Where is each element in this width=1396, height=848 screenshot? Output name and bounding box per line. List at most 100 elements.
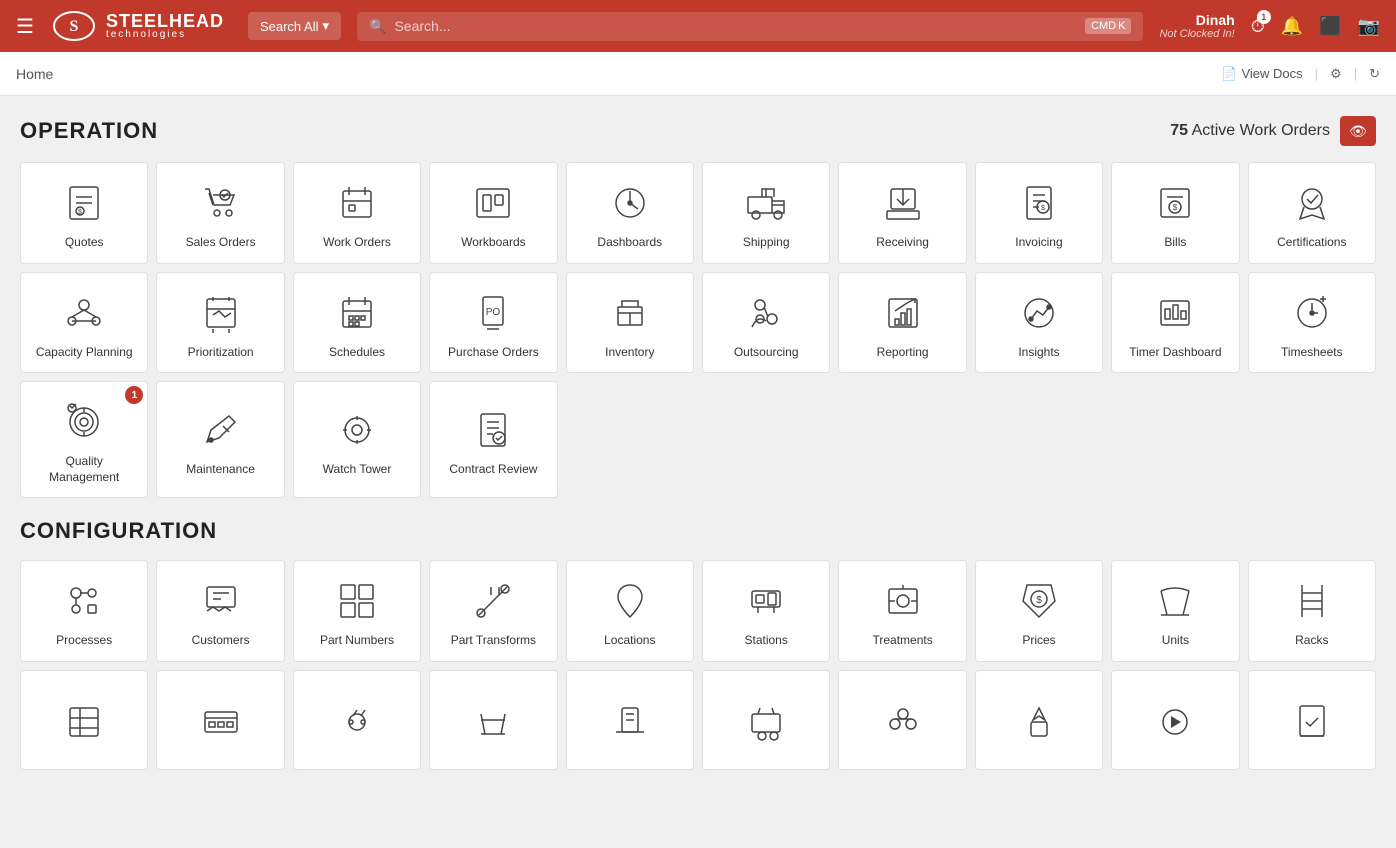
part-numbers-icon: [333, 577, 381, 625]
card-contract-review[interactable]: Contract Review: [429, 381, 557, 498]
prices-label: Prices: [1022, 633, 1055, 649]
capacity-planning-label: Capacity Planning: [36, 345, 133, 361]
card-processes[interactable]: Processes: [20, 560, 148, 662]
eye-button[interactable]: 👁: [1340, 116, 1376, 146]
card-reporting[interactable]: Reporting: [838, 272, 966, 374]
bills-label: Bills: [1164, 235, 1186, 251]
card-certifications[interactable]: Certifications: [1248, 162, 1376, 264]
purchase-orders-label: Purchase Orders: [448, 345, 539, 361]
operation-title: OPERATION: [20, 118, 158, 144]
card-purchase-orders[interactable]: PO Purchase Orders: [429, 272, 557, 374]
certifications-icon: [1288, 179, 1336, 227]
card-row11-6[interactable]: [702, 670, 830, 770]
maintenance-label: Maintenance: [186, 462, 255, 478]
menu-icon[interactable]: ☰: [16, 14, 34, 39]
certifications-label: Certifications: [1277, 235, 1346, 251]
shipping-icon: [742, 179, 790, 227]
header-right: Dinah Not Clocked In! ⏱ 1 🔔 ⬛ 📷: [1159, 12, 1380, 40]
card-row11-4[interactable]: [429, 670, 557, 770]
logo-text: STEELHEAD technologies: [106, 12, 224, 40]
card-row11-9[interactable]: [1111, 670, 1239, 770]
treatments-label: Treatments: [872, 633, 932, 649]
card-dashboards[interactable]: Dashboards: [566, 162, 694, 264]
customers-icon: [197, 577, 245, 625]
camera-icon[interactable]: 📷: [1358, 16, 1380, 37]
card-insights[interactable]: Insights: [975, 272, 1103, 374]
timer-dashboard-label: Timer Dashboard: [1129, 345, 1221, 361]
svg-text:PO: PO: [486, 307, 501, 318]
card-units[interactable]: Units: [1111, 560, 1239, 662]
card-receiving[interactable]: Receiving: [838, 162, 966, 264]
card-sales-orders[interactable]: Sales Orders: [156, 162, 284, 264]
reporting-icon: [879, 289, 927, 337]
card-bills[interactable]: $ Bills: [1111, 162, 1239, 264]
card-quality-management[interactable]: 1Quality Management: [20, 381, 148, 498]
card-work-orders[interactable]: Work Orders: [293, 162, 421, 264]
main-content: OPERATION 75 Active Work Orders 👁 $Quote…: [0, 96, 1396, 810]
card-row11-2[interactable]: [156, 670, 284, 770]
logo: S STEELHEAD technologies: [50, 8, 224, 44]
dashboards-label: Dashboards: [597, 235, 662, 251]
card-prices[interactable]: $ Prices: [975, 560, 1103, 662]
card-locations[interactable]: Locations: [566, 560, 694, 662]
card-capacity-planning[interactable]: Capacity Planning: [20, 272, 148, 374]
contract-review-icon: [469, 406, 517, 454]
card-timesheets[interactable]: Timesheets: [1248, 272, 1376, 374]
timer-icon[interactable]: ⏱ 1: [1251, 16, 1265, 37]
card-watch-tower[interactable]: Watch Tower: [293, 381, 421, 498]
watch-tower-label: Watch Tower: [323, 462, 392, 478]
search-input[interactable]: [394, 18, 1077, 34]
capacity-planning-icon: [60, 289, 108, 337]
card-customers[interactable]: Customers: [156, 560, 284, 662]
quotes-icon: $: [60, 179, 108, 227]
logout-icon[interactable]: ⬛: [1319, 16, 1341, 37]
breadcrumb-home[interactable]: Home: [16, 66, 53, 82]
card-row11-5[interactable]: [566, 670, 694, 770]
search-all-button[interactable]: Search All ▾: [248, 12, 341, 40]
card-treatments[interactable]: Treatments: [838, 560, 966, 662]
card-part-transforms[interactable]: Part Transforms: [429, 560, 557, 662]
card-schedules[interactable]: Schedules: [293, 272, 421, 374]
card-quotes[interactable]: $Quotes: [20, 162, 148, 264]
processes-label: Processes: [56, 633, 112, 649]
sales-orders-label: Sales Orders: [186, 235, 256, 251]
row11-5-icon: [606, 698, 654, 746]
card-shipping[interactable]: Shipping: [702, 162, 830, 264]
bell-icon[interactable]: 🔔: [1281, 16, 1303, 37]
operation-section-header: OPERATION 75 Active Work Orders 👁: [20, 116, 1376, 146]
units-icon: [1151, 577, 1199, 625]
search-bar[interactable]: 🔍 CMD K: [357, 12, 1143, 41]
card-row11-8[interactable]: [975, 670, 1103, 770]
workboards-icon: [469, 179, 517, 227]
card-timer-dashboard[interactable]: Timer Dashboard: [1111, 272, 1239, 374]
configuration-section: CONFIGURATION ProcessesCustomersPart Num…: [20, 518, 1376, 770]
user-info: Dinah Not Clocked In!: [1159, 12, 1234, 40]
sales-orders-icon: [197, 179, 245, 227]
card-racks[interactable]: Racks: [1248, 560, 1376, 662]
card-outsourcing[interactable]: Outsourcing: [702, 272, 830, 374]
schedules-icon: [333, 289, 381, 337]
card-row11-10[interactable]: [1248, 670, 1376, 770]
card-invoicing[interactable]: $ Invoicing: [975, 162, 1103, 264]
row11-3-icon: [333, 698, 381, 746]
card-stations[interactable]: Stations: [702, 560, 830, 662]
svg-text:$: $: [1041, 205, 1045, 212]
svg-text:S: S: [69, 18, 78, 35]
view-docs-button[interactable]: 📄 View Docs: [1221, 66, 1302, 82]
card-row11-1[interactable]: [20, 670, 148, 770]
card-part-numbers[interactable]: Part Numbers: [293, 560, 421, 662]
card-row11-7[interactable]: [838, 670, 966, 770]
svg-text:$: $: [1036, 595, 1042, 606]
workboards-label: Workboards: [461, 235, 525, 251]
prioritization-label: Prioritization: [188, 345, 254, 361]
refresh-icon[interactable]: ↻: [1369, 66, 1380, 82]
invoicing-label: Invoicing: [1015, 235, 1062, 251]
card-inventory[interactable]: Inventory: [566, 272, 694, 374]
card-prioritization[interactable]: Prioritization: [156, 272, 284, 374]
svg-text:$: $: [1173, 203, 1178, 212]
row11-4-icon: [469, 698, 517, 746]
card-row11-3[interactable]: [293, 670, 421, 770]
card-maintenance[interactable]: Maintenance: [156, 381, 284, 498]
settings-icon[interactable]: ⚙: [1330, 66, 1342, 82]
card-workboards[interactable]: Workboards: [429, 162, 557, 264]
